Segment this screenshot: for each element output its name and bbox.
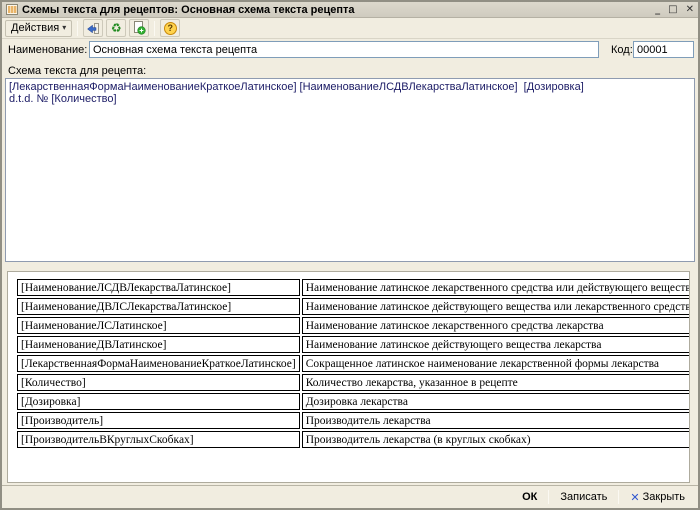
placeholder-description-cell: Производитель лекарства bbox=[302, 412, 690, 429]
scheme-text-area[interactable]: [ЛекарственнаяФормаНаименованиеКраткоеЛа… bbox=[5, 78, 695, 262]
placeholders-table: [НаименованиеЛСДВЛекарстваЛатинское] Наи… bbox=[15, 277, 690, 450]
footer-button-bar: ОК Записать ✕ Закрыть bbox=[2, 485, 698, 508]
scheme-label: Схема текста для рецепта: bbox=[8, 65, 146, 77]
help-button[interactable]: ? bbox=[160, 19, 180, 37]
placeholder-tag-cell: [ПроизводительВКруглыхСкобках] bbox=[17, 431, 300, 448]
ok-button[interactable]: ОК bbox=[515, 489, 544, 505]
window-grid-icon bbox=[6, 4, 18, 15]
scheme-text-line: [ЛекарственнаяФормаНаименованиеКраткоеЛа… bbox=[9, 81, 691, 93]
table-row: [ПроизводительВКруглыхСкобках] Производи… bbox=[17, 431, 690, 448]
table-row: [НаименованиеДВЛатинское] Наименование л… bbox=[17, 336, 690, 353]
toolbar-separator bbox=[154, 21, 155, 36]
add-document-button[interactable] bbox=[129, 19, 149, 37]
placeholder-description-cell: Дозировка лекарства bbox=[302, 393, 690, 410]
table-row: [НаименованиеЛСЛатинское] Наименование л… bbox=[17, 317, 690, 334]
toolbar-separator bbox=[77, 21, 78, 36]
placeholder-description-cell: Производитель лекарства (в круглых скобк… bbox=[302, 431, 690, 448]
close-button-label: Закрыть bbox=[643, 491, 685, 503]
placeholder-tag-cell: [ЛекарственнаяФормаНаименованиеКраткоеЛа… bbox=[17, 355, 300, 372]
scheme-text-line: d.t.d. № [Количество] bbox=[9, 93, 691, 105]
table-row: [Дозировка] Дозировка лекарства bbox=[17, 393, 690, 410]
placeholder-description-cell: Количество лекарства, указанное в рецепт… bbox=[302, 374, 690, 391]
table-row: [НаименованиеДВЛСЛекарстваЛатинское] Наи… bbox=[17, 298, 690, 315]
table-row: [ЛекарственнаяФормаНаименованиеКраткоеЛа… bbox=[17, 355, 690, 372]
placeholder-tag-cell: [НаименованиеДВЛСЛекарстваЛатинское] bbox=[17, 298, 300, 315]
minimize-button[interactable]: _ bbox=[655, 5, 660, 15]
placeholder-tag-cell: [НаименованиеЛСЛатинское] bbox=[17, 317, 300, 334]
window-title: Схемы текста для рецептов: Основная схем… bbox=[22, 4, 651, 16]
maximize-button[interactable]: □ bbox=[668, 5, 677, 15]
code-label: Код: bbox=[611, 44, 633, 56]
table-row: [Производитель] Производитель лекарства bbox=[17, 412, 690, 429]
close-x-icon: ✕ bbox=[630, 491, 639, 504]
placeholder-description-cell: Наименование латинское лекарственного ср… bbox=[302, 317, 690, 334]
placeholders-panel: [НаименованиеЛСДВЛекарстваЛатинское] Наи… bbox=[7, 271, 690, 483]
document-plus-icon bbox=[133, 21, 146, 35]
placeholder-tag-cell: [НаименованиеЛСДВЛекарстваЛатинское] bbox=[17, 279, 300, 296]
table-row: [Количество] Количество лекарства, указа… bbox=[17, 374, 690, 391]
placeholder-description-cell: Наименование латинское лекарственного ср… bbox=[302, 279, 690, 296]
blue-arrow-icon bbox=[86, 22, 100, 35]
chevron-down-icon: ▾ bbox=[62, 23, 66, 32]
close-button[interactable]: ✕ bbox=[686, 5, 694, 15]
code-input[interactable] bbox=[633, 41, 694, 58]
help-icon: ? bbox=[164, 22, 177, 35]
placeholder-description-cell: Наименование латинское действующего веще… bbox=[302, 336, 690, 353]
actions-menu-button[interactable]: Действия ▾ bbox=[5, 20, 72, 37]
placeholder-tag-cell: [Производитель] bbox=[17, 412, 300, 429]
name-input[interactable] bbox=[89, 41, 599, 58]
placeholder-tag-cell: [Дозировка] bbox=[17, 393, 300, 410]
actions-label: Действия bbox=[11, 22, 59, 34]
name-label: Наименование: bbox=[8, 44, 87, 56]
recipe-text-scheme-window: Схемы текста для рецептов: Основная схем… bbox=[0, 0, 700, 510]
recycle-icon: ♻ bbox=[111, 22, 122, 34]
toolbar: Действия ▾ ♻ bbox=[2, 18, 698, 39]
title-bar: Схемы текста для рецептов: Основная схем… bbox=[2, 2, 698, 18]
placeholder-description-cell: Сокращенное латинское наименование лекар… bbox=[302, 355, 690, 372]
footer-separator bbox=[548, 490, 549, 504]
footer-separator bbox=[618, 490, 619, 504]
save-button[interactable]: Записать bbox=[553, 489, 614, 505]
close-window-button[interactable]: ✕ Закрыть bbox=[623, 489, 692, 506]
table-row: [НаименованиеЛСДВЛекарстваЛатинское] Наи… bbox=[17, 279, 690, 296]
save-reread-button[interactable] bbox=[83, 19, 103, 37]
placeholder-tag-cell: [Количество] bbox=[17, 374, 300, 391]
refresh-button[interactable]: ♻ bbox=[106, 19, 126, 37]
placeholder-tag-cell: [НаименованиеДВЛатинское] bbox=[17, 336, 300, 353]
placeholder-description-cell: Наименование латинское действующего веще… bbox=[302, 298, 690, 315]
